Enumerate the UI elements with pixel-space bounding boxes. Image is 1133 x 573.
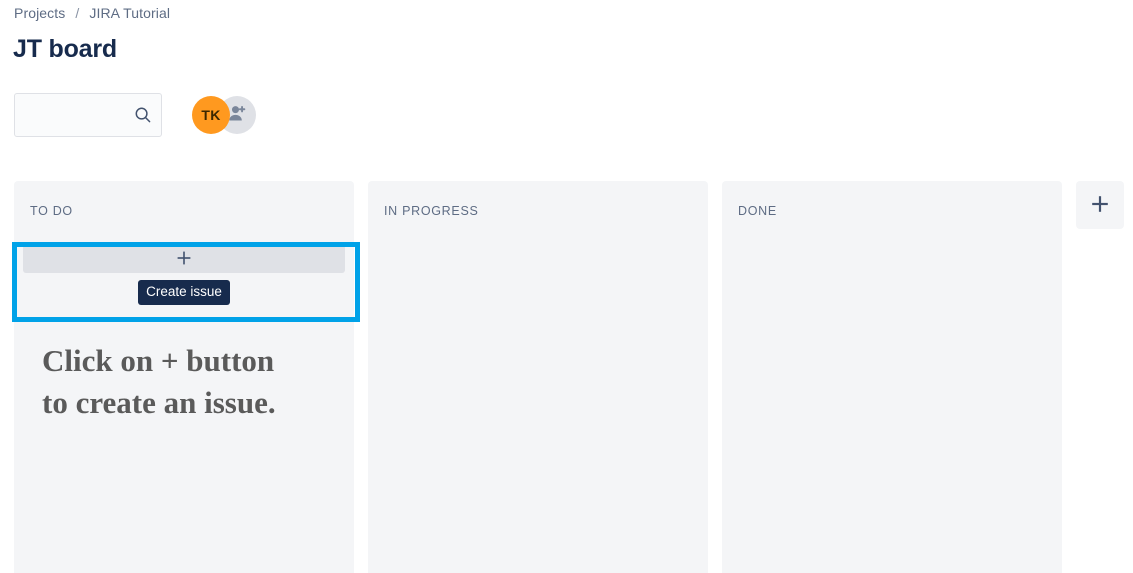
avatar[interactable]: TK bbox=[192, 96, 230, 134]
breadcrumb-item-projects[interactable]: Projects bbox=[14, 5, 65, 21]
board-column-in-progress: IN PROGRESS bbox=[368, 181, 708, 573]
avatar-group: TK bbox=[192, 96, 256, 134]
column-title: TO DO bbox=[30, 204, 73, 218]
plus-icon bbox=[176, 250, 192, 269]
board-column-done: DONE bbox=[722, 181, 1062, 573]
avatar-initials: TK bbox=[201, 107, 221, 123]
board-toolbar: TK bbox=[14, 93, 256, 137]
create-issue-button[interactable] bbox=[23, 245, 345, 273]
breadcrumb-separator: / bbox=[75, 5, 80, 21]
column-title: IN PROGRESS bbox=[384, 204, 479, 218]
breadcrumb: Projects / JIRA Tutorial bbox=[14, 5, 170, 21]
create-issue-row: Create issue bbox=[23, 245, 345, 305]
search-field-wrapper bbox=[14, 93, 162, 137]
annotation-text: Click on + button to create an issue. bbox=[42, 343, 276, 420]
create-issue-tooltip: Create issue bbox=[138, 280, 230, 305]
column-title: DONE bbox=[738, 204, 777, 218]
search-input[interactable] bbox=[14, 93, 162, 137]
plus-icon bbox=[1088, 192, 1112, 219]
page-title: JT board bbox=[13, 35, 117, 63]
add-column-button[interactable] bbox=[1076, 181, 1124, 229]
breadcrumb-item-jira-tutorial[interactable]: JIRA Tutorial bbox=[89, 5, 170, 21]
